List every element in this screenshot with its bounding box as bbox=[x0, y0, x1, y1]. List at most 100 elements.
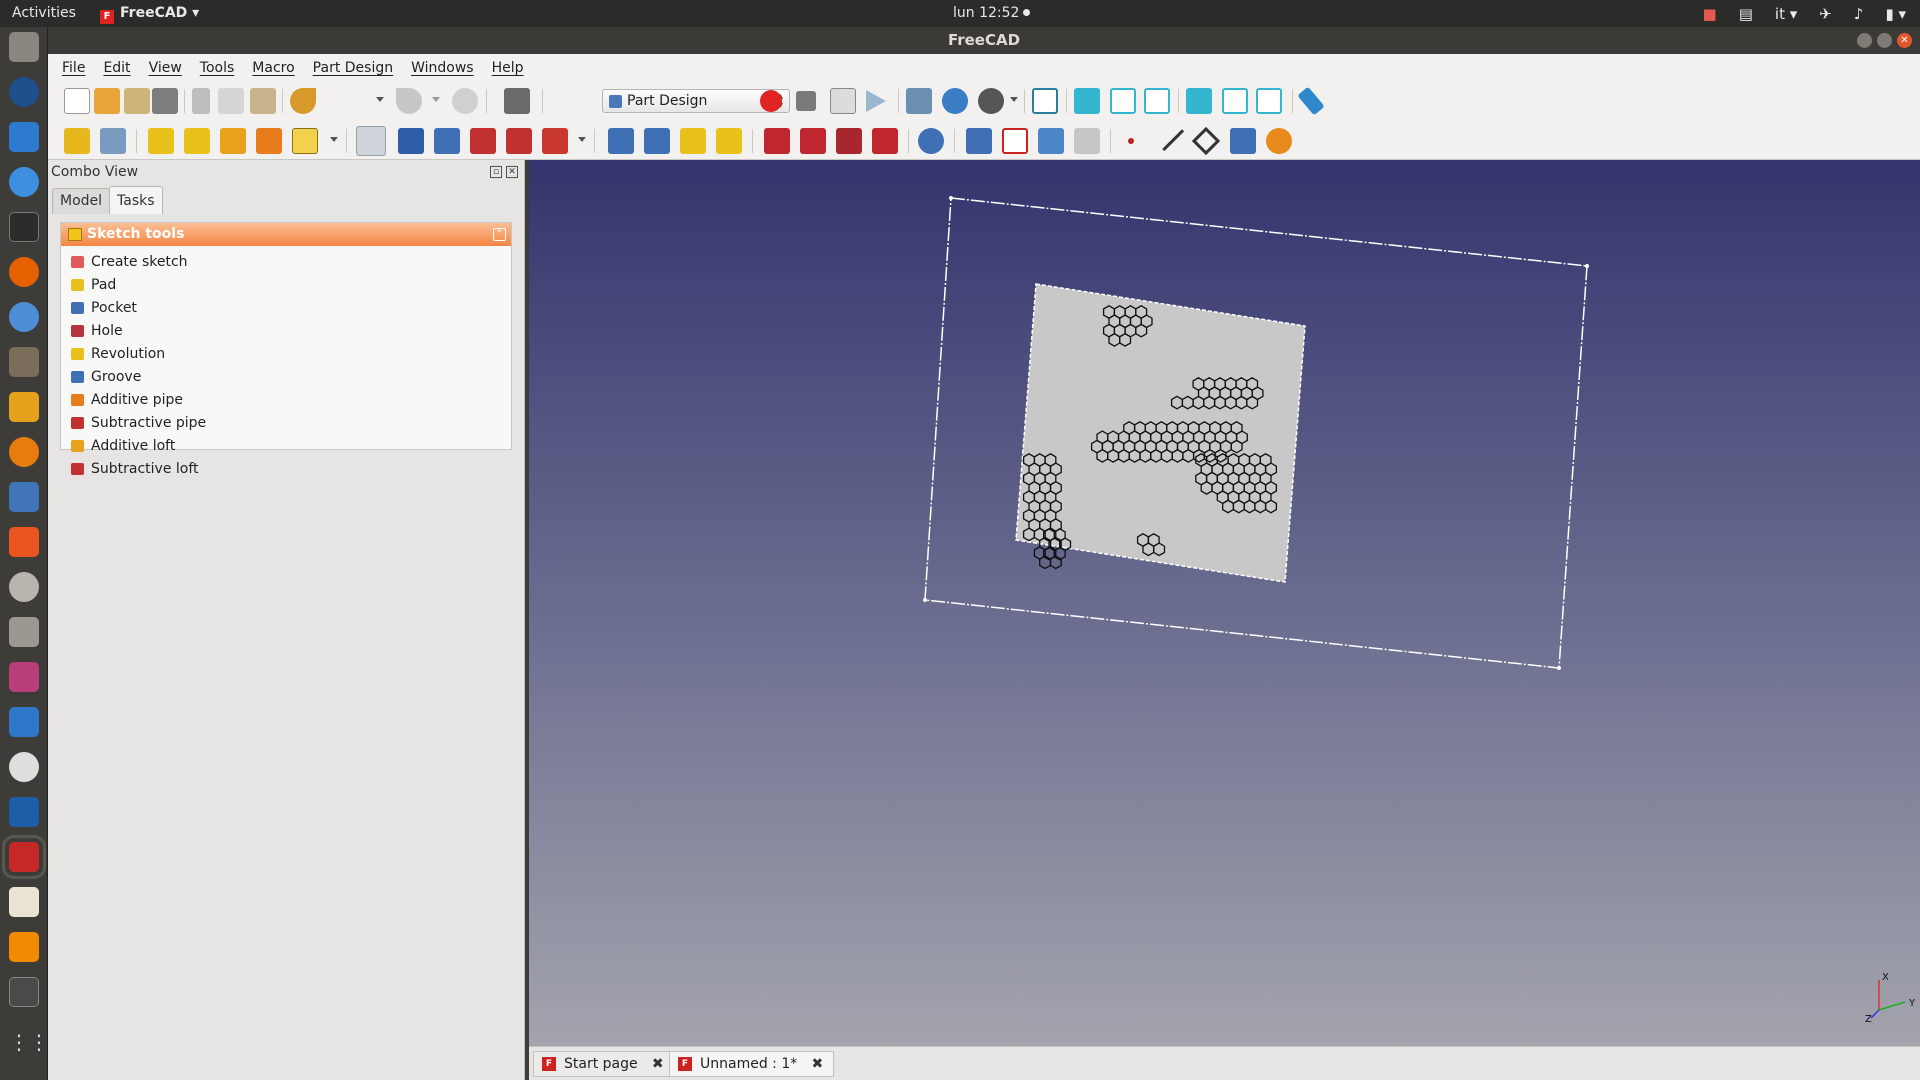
subtractive-primitive-icon[interactable] bbox=[542, 128, 568, 154]
view-right-icon[interactable] bbox=[1144, 88, 1170, 114]
software-center-icon[interactable] bbox=[9, 527, 39, 557]
redo-dropdown-icon[interactable] bbox=[432, 97, 440, 102]
view-front-icon[interactable] bbox=[1074, 88, 1100, 114]
vlc-icon[interactable] bbox=[9, 932, 39, 962]
additive-primitive-dropdown-icon[interactable] bbox=[330, 137, 338, 142]
paste-icon[interactable] bbox=[250, 88, 276, 114]
subtractive-primitive-dropdown-icon[interactable] bbox=[578, 137, 586, 142]
boolean-icon[interactable] bbox=[918, 128, 944, 154]
eye-icon[interactable] bbox=[9, 752, 39, 782]
create-body-icon[interactable] bbox=[64, 128, 90, 154]
menu-windows[interactable]: Windows bbox=[411, 60, 474, 76]
redo-icon[interactable] bbox=[396, 88, 422, 114]
tab-tasks[interactable]: Tasks bbox=[109, 186, 163, 214]
pad-icon[interactable] bbox=[148, 128, 174, 154]
thickness-icon[interactable] bbox=[872, 128, 898, 154]
tool-item-additive-pipe[interactable]: Additive pipe bbox=[71, 390, 183, 410]
clone-icon[interactable] bbox=[1038, 128, 1064, 154]
settings-tool-icon[interactable] bbox=[9, 482, 39, 512]
tab-start-page[interactable]: F Start page ✖ bbox=[533, 1051, 675, 1077]
thunderbird-icon[interactable] bbox=[9, 77, 39, 107]
view-bottom-icon[interactable] bbox=[1222, 88, 1248, 114]
chamfer-icon[interactable] bbox=[800, 128, 826, 154]
menu-help[interactable]: Help bbox=[492, 60, 524, 76]
menu-file[interactable]: File bbox=[62, 60, 85, 76]
fillet-icon[interactable] bbox=[764, 128, 790, 154]
new-document-icon[interactable] bbox=[64, 88, 90, 114]
close-panel-icon[interactable]: ✕ bbox=[506, 166, 518, 178]
sprocket-icon[interactable] bbox=[1266, 128, 1292, 154]
media-player-icon[interactable] bbox=[9, 662, 39, 692]
gimp-icon[interactable] bbox=[9, 347, 39, 377]
volume-icon[interactable]: ♪ bbox=[1854, 5, 1864, 23]
tool-item-additive-loft[interactable]: Additive loft bbox=[71, 436, 175, 456]
macro-edit-icon[interactable] bbox=[830, 88, 856, 114]
tab-model[interactable]: Model bbox=[52, 188, 111, 214]
camera-icon[interactable]: ■ bbox=[1703, 5, 1717, 23]
open-folder-icon[interactable] bbox=[94, 88, 120, 114]
files-icon[interactable] bbox=[9, 32, 39, 62]
float-icon[interactable]: ▫ bbox=[490, 166, 502, 178]
additive-pipe-icon[interactable] bbox=[256, 128, 282, 154]
draw-style-dropdown-icon[interactable] bbox=[1010, 97, 1018, 102]
additive-loft-icon[interactable] bbox=[220, 128, 246, 154]
chromium-icon[interactable] bbox=[9, 167, 39, 197]
app-menu[interactable]: F FreeCAD ▾ bbox=[100, 5, 199, 24]
revolution-icon[interactable] bbox=[184, 128, 210, 154]
tool-item-subtractive-loft[interactable]: Subtractive loft bbox=[71, 459, 199, 479]
text-editor-icon[interactable] bbox=[9, 887, 39, 917]
fit-all-icon[interactable] bbox=[906, 88, 932, 114]
firefox-icon[interactable] bbox=[9, 257, 39, 287]
additive-primitive-icon[interactable] bbox=[292, 128, 318, 154]
maximize-button[interactable] bbox=[1877, 33, 1892, 48]
shape-binder-icon[interactable] bbox=[966, 128, 992, 154]
polar-pattern-icon[interactable] bbox=[680, 128, 706, 154]
terminal-icon[interactable] bbox=[9, 212, 39, 242]
view-isometric-icon[interactable] bbox=[1032, 88, 1058, 114]
sub-shape-binder-icon[interactable] bbox=[1002, 128, 1028, 154]
mirrored-icon[interactable] bbox=[608, 128, 634, 154]
system-settings-icon[interactable] bbox=[9, 572, 39, 602]
whats-this-icon[interactable] bbox=[504, 88, 530, 114]
fit-selection-icon[interactable] bbox=[942, 88, 968, 114]
menu-macro[interactable]: Macro bbox=[252, 60, 294, 76]
multi-transform-icon[interactable] bbox=[716, 128, 742, 154]
hole-icon[interactable] bbox=[398, 128, 424, 154]
close-tab-icon[interactable]: ✖ bbox=[652, 1052, 664, 1076]
datum-point-icon[interactable] bbox=[1128, 138, 1134, 144]
linear-pattern-icon[interactable] bbox=[644, 128, 670, 154]
pocket-icon[interactable] bbox=[356, 126, 386, 156]
menu-part-design[interactable]: Part Design bbox=[313, 60, 393, 76]
writer-icon[interactable] bbox=[9, 122, 39, 152]
tab-unnamed[interactable]: F Unnamed : 1* ✖ bbox=[669, 1051, 835, 1077]
clipboard-icon[interactable]: ▤ bbox=[1739, 5, 1753, 23]
video-editor-icon[interactable] bbox=[9, 977, 39, 1007]
macro-stop-icon[interactable] bbox=[796, 91, 816, 111]
local-cs-icon[interactable] bbox=[1230, 128, 1256, 154]
copy-icon[interactable] bbox=[218, 88, 244, 114]
menu-view[interactable]: View bbox=[149, 60, 182, 76]
3d-scene[interactable]: X Y Z bbox=[529, 160, 1920, 1046]
clock[interactable]: lun 12:52 bbox=[953, 5, 1031, 21]
battery-icon[interactable]: ▮ ▾ bbox=[1885, 5, 1906, 23]
menu-edit[interactable]: Edit bbox=[103, 60, 130, 76]
vpn-icon[interactable] bbox=[9, 302, 39, 332]
panel-header[interactable]: Sketch tools ⌃ bbox=[61, 223, 511, 246]
measure-distance-icon[interactable] bbox=[1297, 86, 1325, 116]
tool-item-pad[interactable]: Pad bbox=[71, 275, 116, 295]
save-icon[interactable] bbox=[124, 88, 150, 114]
screenshot-icon[interactable] bbox=[9, 617, 39, 647]
create-part-icon[interactable] bbox=[100, 128, 126, 154]
refresh-icon[interactable] bbox=[452, 88, 478, 114]
draft-icon[interactable] bbox=[836, 128, 862, 154]
tool-item-hole[interactable]: Hole bbox=[71, 321, 123, 341]
macro-run-icon[interactable] bbox=[866, 90, 886, 112]
draw-style-icon[interactable] bbox=[978, 88, 1004, 114]
tool-item-revolution[interactable]: Revolution bbox=[71, 344, 165, 364]
datum-line-icon[interactable] bbox=[1155, 122, 1185, 152]
datum-plane-icon[interactable] bbox=[1191, 126, 1221, 156]
minimize-button[interactable] bbox=[1857, 33, 1872, 48]
show-apps-icon[interactable]: ⋮⋮ bbox=[9, 1027, 49, 1057]
print-icon[interactable] bbox=[152, 88, 178, 114]
macro-record-icon[interactable] bbox=[760, 90, 782, 112]
